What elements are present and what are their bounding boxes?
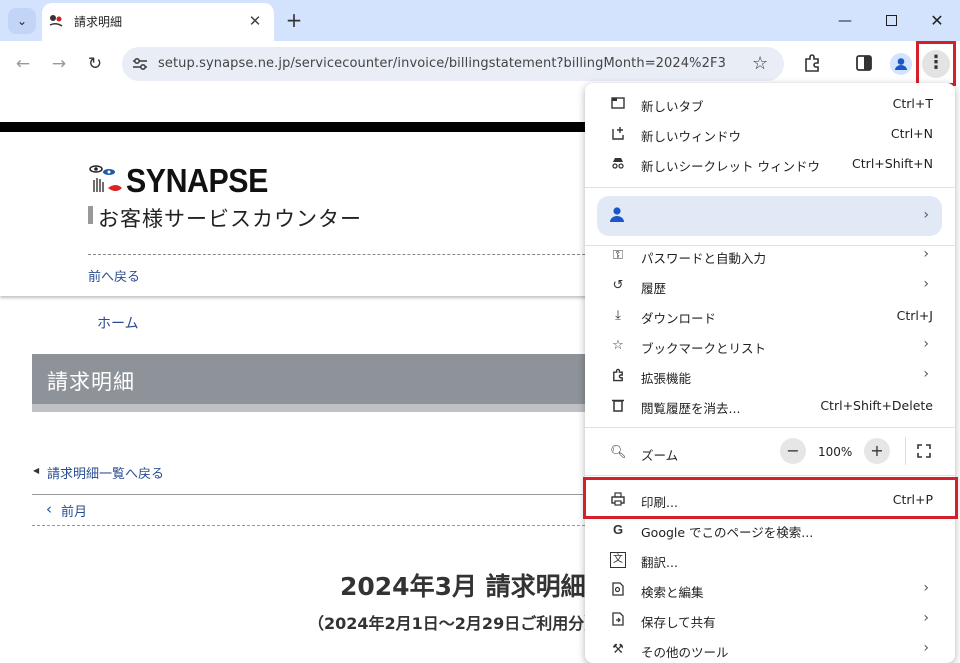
incognito-icon (610, 156, 626, 172)
menu-separator (585, 187, 955, 188)
chevron-right-icon: › (923, 207, 929, 223)
page-title: 請求明細 (47, 370, 135, 394)
menu-button-highlight (916, 41, 956, 86)
menu-item-zoom: 🔍︎ ズーム (610, 445, 679, 463)
chrome-menu: 新しいタブ Ctrl+T 新しいウィンドウ Ctrl+N 新しいシークレット ウィン… (585, 83, 955, 663)
url-text[interactable]: setup.synapse.ne.jp/servicecounter/invoi… (158, 56, 726, 71)
invoice-heading: 2024年3月 請求明細 (340, 572, 586, 601)
home-link[interactable]: ホーム (97, 313, 139, 333)
menu-item-downloads[interactable]: ⤓ ダウンロード Ctrl+J (585, 301, 955, 331)
menu-item-history[interactable]: ↺ 履歴 › (585, 271, 955, 301)
menu-separator (585, 475, 955, 476)
fullscreen-icon[interactable] (917, 444, 931, 458)
zoom-out-button[interactable]: − (780, 438, 806, 464)
invoice-period: （2024年2月1日〜2月29日ご利用分） (308, 614, 601, 633)
chevron-right-icon: › (923, 640, 929, 656)
site-info-icon[interactable] (131, 55, 149, 73)
tab-close-icon[interactable]: ✕ (244, 10, 266, 32)
chevron-right-icon: › (923, 246, 929, 262)
key-icon: ⚿ (613, 248, 623, 263)
previous-month-link[interactable]: 前月 (61, 501, 87, 520)
save-share-icon (610, 612, 626, 628)
maximize-icon[interactable] (868, 0, 914, 41)
header-divider (88, 254, 600, 255)
menu-item-save-share[interactable]: 保存して共有 › (585, 605, 955, 635)
subtitle-accent-bar (88, 206, 93, 224)
invoice-list-link[interactable]: 請求明細一覧へ戻る (47, 463, 164, 482)
menu-item-clear-history[interactable]: 閲覧履歴を消去... Ctrl+Shift+Delete (585, 391, 955, 421)
triangle-left-icon: ◀ (33, 466, 40, 475)
zoom-icon: 🔍︎ (610, 445, 627, 460)
star-icon: ☆ (612, 338, 624, 353)
tab-list-button[interactable]: ⌄ (8, 8, 36, 34)
tab-title: 請求明細 (74, 15, 123, 29)
chevron-right-icon: › (923, 610, 929, 626)
zoom-divider (905, 437, 906, 465)
page-top-bar (0, 122, 600, 132)
zoom-level: 100% (818, 445, 853, 459)
star-icon[interactable]: ☆ (752, 53, 768, 74)
menu-item-new-tab[interactable]: 新しいタブ Ctrl+T (585, 89, 955, 119)
download-icon: ⤓ (615, 308, 621, 323)
chevron-right-icon: › (923, 580, 929, 596)
menu-item-incognito[interactable]: 新しいシークレット ウィンドウ Ctrl+Shift+N (585, 149, 955, 179)
page-title-bar-underline (32, 404, 600, 412)
chevron-right-icon: › (923, 336, 929, 352)
site-subtitle: お客様サービスカウンター (98, 207, 362, 231)
menu-item-passwords[interactable]: ⚿ パスワードと自動入力 › (585, 241, 955, 271)
new-tab-plus-icon[interactable]: + (282, 9, 306, 33)
find-in-page-icon (610, 582, 626, 598)
profile-icon[interactable] (890, 53, 912, 75)
google-icon: G (612, 522, 624, 537)
menu-separator (585, 427, 955, 428)
new-tab-icon (610, 96, 626, 112)
menu-item-more-tools[interactable]: ⚒ その他のツール › (585, 635, 955, 663)
trash-icon (610, 398, 626, 414)
back-link[interactable]: 前へ戻る (88, 266, 140, 285)
puzzle-icon[interactable] (802, 53, 822, 73)
forward-icon[interactable]: → (47, 52, 71, 76)
chevron-down-icon: ⌄ (16, 14, 28, 28)
menu-item-find-edit[interactable]: 検索と編集 › (585, 575, 955, 605)
synapse-logo-icon (89, 165, 122, 192)
prev-divider (32, 525, 600, 526)
menu-item-google-search[interactable]: G Google でこのページを検索... (585, 515, 955, 545)
toolbox-icon: ⚒ (612, 642, 624, 657)
puzzle-icon (610, 368, 626, 384)
sidepanel-icon[interactable] (855, 54, 873, 72)
chevron-right-icon: › (923, 276, 929, 292)
minimize-icon[interactable]: — (822, 0, 868, 41)
menu-item-bookmarks[interactable]: ☆ ブックマークとリスト › (585, 331, 955, 361)
menu-item-profile[interactable] (597, 196, 942, 236)
list-divider (32, 494, 600, 495)
menu-item-translate[interactable]: 文 翻訳... (585, 545, 955, 575)
print-item-highlight (583, 477, 958, 519)
menu-item-extensions[interactable]: 拡張機能 › (585, 361, 955, 391)
history-icon: ↺ (612, 278, 624, 293)
back-icon[interactable]: ← (11, 52, 35, 76)
person-icon (610, 207, 624, 222)
synapse-logo-text: SYNAPSE (126, 162, 268, 199)
zoom-in-button[interactable]: + (864, 438, 890, 464)
chevron-left-icon: ‹ (46, 500, 52, 518)
menu-item-new-window[interactable]: 新しいウィンドウ Ctrl+N (585, 119, 955, 149)
reload-icon[interactable]: ↻ (83, 52, 107, 76)
synapse-favicon-icon (49, 15, 63, 27)
new-window-icon (610, 126, 626, 142)
chevron-right-icon: › (923, 366, 929, 382)
window-close-icon[interactable]: ✕ (914, 0, 960, 41)
translate-icon: 文 (610, 552, 626, 568)
